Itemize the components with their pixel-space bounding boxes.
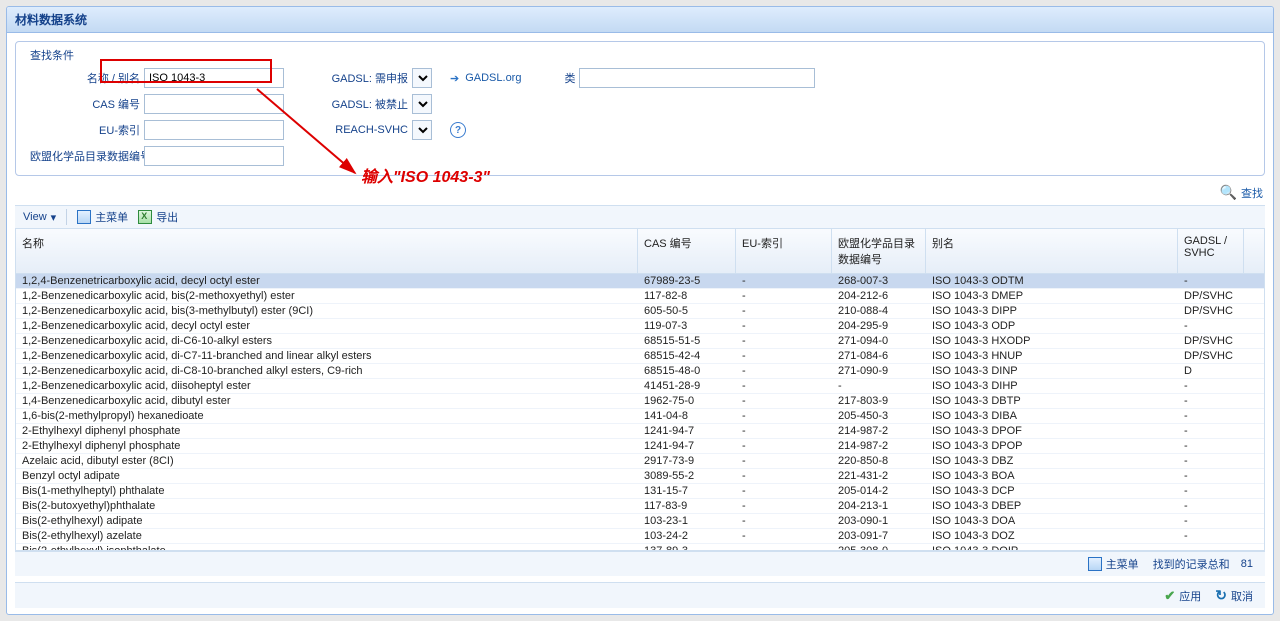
- eucat-input[interactable]: [144, 146, 284, 166]
- gadsl-declare-label: GADSL: 需申报: [324, 70, 408, 86]
- menu-icon: [1088, 557, 1102, 571]
- main-menu-button[interactable]: 主菜单: [77, 209, 128, 225]
- col-eucat[interactable]: 欧盟化学品目录数据编号: [832, 229, 926, 273]
- gadsl-prohibit-label: GADSL: 被禁止: [324, 96, 408, 112]
- table-row[interactable]: 1,6-bis(2-methylpropyl) hexanedioate141-…: [16, 409, 1264, 424]
- name-label: 名称 / 别名: [30, 70, 140, 86]
- gadsl-prohibit-select[interactable]: [412, 94, 432, 114]
- eu-input[interactable]: [144, 120, 284, 140]
- table-row[interactable]: 2-Ethylhexyl diphenyl phosphate1241-94-7…: [16, 424, 1264, 439]
- toolbar: View ▾ 主菜单 导出: [15, 205, 1265, 229]
- col-eu[interactable]: EU-索引: [736, 229, 832, 273]
- view-menu[interactable]: View ▾: [23, 211, 56, 224]
- table-row[interactable]: Bis(2-butoxyethyl)phthalate117-83-9-204-…: [16, 499, 1264, 514]
- table-row[interactable]: Bis(2-ethylhexyl) isophthalate137-89-3-2…: [16, 544, 1264, 551]
- cas-label: CAS 编号: [30, 96, 140, 112]
- chevron-down-icon: ▾: [51, 211, 57, 224]
- check-icon: ✔: [1164, 588, 1175, 604]
- app-window: 材料数据系统 查找条件 名称 / 别名 CAS 编号 EU-索引 欧盟化学品目录…: [6, 6, 1274, 615]
- refresh-icon: ↻: [1215, 587, 1227, 604]
- cancel-button[interactable]: ↻取消: [1215, 587, 1253, 604]
- grid-header: 名称 CAS 编号 EU-索引 欧盟化学品目录数据编号 别名 GADSL / S…: [16, 229, 1264, 274]
- search-panel: 查找条件 名称 / 别名 CAS 编号 EU-索引 欧盟化学品目录数据编号 GA…: [15, 41, 1265, 176]
- table-row[interactable]: 1,2-Benzenedicarboxylic acid, di-C8-10-b…: [16, 364, 1264, 379]
- reach-label: REACH-SVHC: [324, 124, 408, 136]
- gadsl-link[interactable]: GADSL.org: [465, 72, 521, 84]
- window-title: 材料数据系统: [7, 7, 1273, 33]
- table-row[interactable]: 2-Ethylhexyl diphenyl phosphate1241-94-7…: [16, 439, 1264, 454]
- separator: [66, 209, 67, 225]
- search-panel-title: 查找条件: [26, 47, 78, 63]
- table-row[interactable]: Bis(2-ethylhexyl) azelate103-24-2-203-09…: [16, 529, 1264, 544]
- apply-button[interactable]: ✔应用: [1164, 588, 1201, 604]
- cas-input[interactable]: [144, 94, 284, 114]
- name-input[interactable]: [144, 68, 284, 88]
- search-area: 查找条件 名称 / 别名 CAS 编号 EU-索引 欧盟化学品目录数据编号 GA…: [7, 41, 1273, 205]
- col-name[interactable]: 名称: [16, 229, 638, 273]
- footer-menu-button[interactable]: 主菜单: [1088, 556, 1139, 572]
- table-row[interactable]: 1,4-Benzenedicarboxylic acid, dibutyl es…: [16, 394, 1264, 409]
- gadsl-declare-select[interactable]: [412, 68, 432, 88]
- table-row[interactable]: 1,2-Benzenedicarboxylic acid, decyl octy…: [16, 319, 1264, 334]
- table-row[interactable]: Azelaic acid, dibutyl ester (8CI)2917-73…: [16, 454, 1264, 469]
- grid-body[interactable]: 1,2,4-Benzenetricarboxylic acid, decyl o…: [16, 274, 1264, 551]
- table-row[interactable]: 1,2-Benzenedicarboxylic acid, bis(3-meth…: [16, 304, 1264, 319]
- find-button[interactable]: 查找: [1241, 185, 1263, 201]
- arrow-right-icon: ➔: [450, 72, 459, 85]
- table-row[interactable]: Benzyl octyl adipate3089-55-2-221-431-2I…: [16, 469, 1264, 484]
- export-button[interactable]: 导出: [138, 209, 178, 225]
- table-row[interactable]: 1,2-Benzenedicarboxylic acid, bis(2-meth…: [16, 289, 1264, 304]
- table-row[interactable]: 1,2-Benzenedicarboxylic acid, di-C6-10-a…: [16, 334, 1264, 349]
- table-row[interactable]: 1,2-Benzenedicarboxylic acid, diisohepty…: [16, 379, 1264, 394]
- col-gadsl[interactable]: GADSL / SVHC: [1178, 229, 1244, 273]
- col-alias[interactable]: 别名: [926, 229, 1178, 273]
- action-bar: ✔应用 ↻取消: [15, 582, 1265, 608]
- table-row[interactable]: 1,2-Benzenedicarboxylic acid, di-C7-11-b…: [16, 349, 1264, 364]
- col-cas[interactable]: CAS 编号: [638, 229, 736, 273]
- class-select[interactable]: [579, 68, 815, 88]
- eucat-label: 欧盟化学品目录数据编号: [30, 148, 140, 164]
- excel-icon: [138, 210, 152, 224]
- class-label: 类: [561, 70, 575, 86]
- table-row[interactable]: 1,2,4-Benzenetricarboxylic acid, decyl o…: [16, 274, 1264, 289]
- eu-label: EU-索引: [30, 122, 140, 138]
- help-icon[interactable]: ?: [450, 122, 466, 138]
- footer-bar: 主菜单 找到的记录总和 81: [15, 551, 1265, 576]
- reach-select[interactable]: [412, 120, 432, 140]
- table-row[interactable]: Bis(2-ethylhexyl) adipate103-23-1-203-09…: [16, 514, 1264, 529]
- record-count: 找到的记录总和 81: [1153, 556, 1253, 572]
- search-icon[interactable]: 🔍: [1220, 184, 1237, 201]
- table-row[interactable]: Bis(1-methylheptyl) phthalate131-15-7-20…: [16, 484, 1264, 499]
- results-grid: 名称 CAS 编号 EU-索引 欧盟化学品目录数据编号 别名 GADSL / S…: [15, 229, 1265, 551]
- menu-icon: [77, 210, 91, 224]
